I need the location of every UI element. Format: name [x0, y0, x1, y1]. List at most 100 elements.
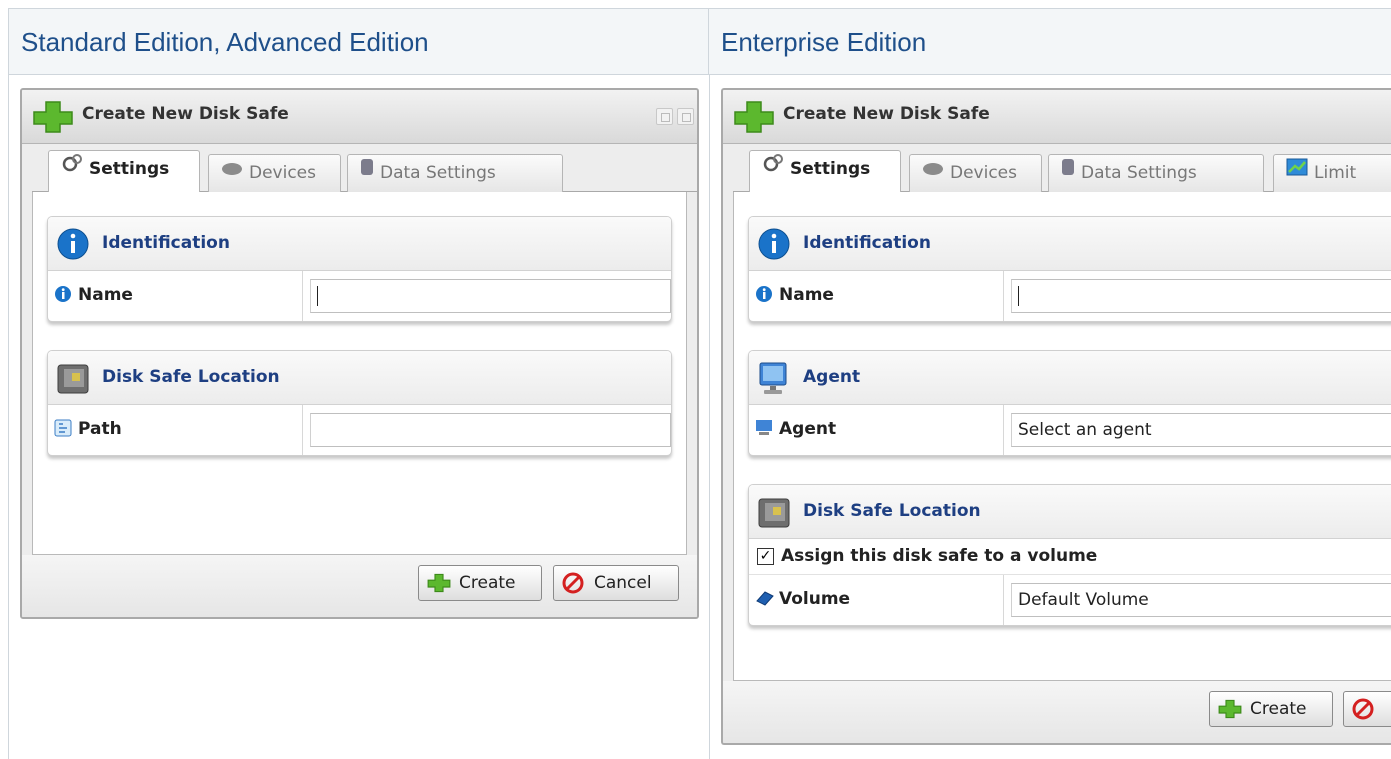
tab-data-settings[interactable]: Data Settings [1048, 154, 1264, 192]
tab-devices[interactable]: Devices [208, 154, 341, 192]
dialog-footer: Create Cancel [22, 555, 697, 617]
row-separator [1003, 575, 1004, 625]
dialog-footer: Create [723, 681, 1391, 743]
tab-label: Data Settings [380, 163, 496, 183]
section-header: Disk Safe Location [749, 485, 1391, 539]
dialog-title: Create New Disk Safe [783, 104, 990, 124]
section-header: Identification [749, 217, 1391, 271]
row-separator [302, 405, 303, 455]
info-small-icon [755, 285, 773, 307]
volume-select-value: Default Volume [1018, 590, 1149, 610]
tab-label: Data Settings [1081, 163, 1197, 183]
green-plus-icon [733, 100, 775, 138]
name-row: Name [48, 271, 671, 321]
name-label: Name [779, 285, 834, 305]
tab-data-settings[interactable]: Data Settings [347, 154, 563, 192]
disk-device-icon [221, 154, 243, 190]
disk-device-icon [922, 154, 944, 190]
cancel-icon [1352, 698, 1374, 732]
create-button-label: Create [459, 573, 516, 593]
name-row: Name [749, 271, 1391, 321]
info-icon [56, 227, 90, 266]
disk-safe-location-section: Disk Safe Location ✓ Assign this disk sa… [748, 484, 1391, 626]
tab-label: Limit [1314, 163, 1357, 183]
agent-select-value: Select an agent [1018, 420, 1152, 440]
green-plus-icon [1218, 698, 1242, 732]
tab-strip: Settings Devices Data Settings [32, 148, 697, 193]
section-header: Disk Safe Location [48, 351, 671, 405]
cancel-icon [562, 572, 584, 606]
section-title: Identification [102, 233, 230, 253]
section-title: Agent [803, 367, 861, 387]
name-label: Name [78, 285, 133, 305]
path-row: Path [48, 405, 671, 455]
section-title: Disk Safe Location [803, 501, 981, 521]
cancel-button-label: Cancel [594, 573, 652, 593]
gears-icon [762, 150, 784, 186]
text-caret [317, 286, 318, 306]
agent-section: Agent Agent Select an agent [748, 350, 1391, 456]
volume-select[interactable]: Default Volume [1011, 583, 1391, 617]
agent-label: Agent [779, 419, 837, 439]
dialog-content: Identification Name Disk Safe Location P… [32, 192, 687, 555]
dialog-titlebar[interactable]: Create New Disk Safe [22, 90, 697, 144]
column-heading-enterprise: Enterprise Edition [709, 9, 1391, 75]
row-separator [1003, 405, 1004, 455]
volume-row: Volume Default Volume [749, 575, 1391, 625]
chart-icon [1286, 154, 1308, 190]
tab-label: Settings [89, 159, 170, 179]
green-plus-icon [427, 572, 451, 606]
dialog-title: Create New Disk Safe [82, 104, 289, 124]
info-small-icon [54, 285, 72, 307]
monitor-small-icon [755, 419, 773, 441]
dialog-titlebar[interactable]: Create New Disk Safe [723, 90, 1391, 144]
tab-label: Devices [249, 163, 316, 183]
name-input[interactable] [310, 279, 671, 313]
path-label: Path [78, 419, 122, 439]
identification-section: Identification Name [47, 216, 672, 322]
section-title: Disk Safe Location [102, 367, 280, 387]
volume-icon [755, 589, 775, 611]
assign-volume-label: Assign this disk safe to a volume [781, 546, 1098, 566]
database-icon [360, 154, 374, 190]
section-header: Identification [48, 217, 671, 271]
row-separator [1003, 271, 1004, 321]
info-icon [757, 227, 791, 266]
text-caret [1018, 286, 1019, 306]
folder-tree-icon [54, 419, 72, 441]
minimize-icon[interactable] [656, 108, 673, 125]
disk-safe-location-section: Disk Safe Location Path [47, 350, 672, 456]
column-heading-standard: Standard Edition, Advanced Edition [9, 9, 709, 75]
database-icon [1061, 154, 1075, 190]
cancel-button[interactable]: Cancel [553, 565, 679, 601]
identification-section: Identification Name [748, 216, 1391, 322]
tab-settings[interactable]: Settings [749, 150, 901, 193]
safe-icon [757, 495, 793, 536]
path-input[interactable] [310, 413, 671, 447]
section-header: Agent [749, 351, 1391, 405]
column-divider [709, 75, 710, 759]
safe-icon [56, 361, 92, 402]
section-title: Identification [803, 233, 931, 253]
dialog-content: Identification Name Agent Agent Select a… [733, 192, 1391, 681]
tab-strip: Settings Devices Data Settings Limit [733, 148, 1391, 193]
create-button[interactable]: Create [418, 565, 542, 601]
cancel-button[interactable] [1343, 691, 1391, 727]
agent-select[interactable]: Select an agent [1011, 413, 1391, 447]
create-disk-safe-dialog-standard: Create New Disk Safe Settings Devices Da… [20, 88, 699, 619]
tab-label: Settings [790, 159, 871, 179]
create-button[interactable]: Create [1209, 691, 1333, 727]
tab-label: Devices [950, 163, 1017, 183]
assign-volume-checkbox[interactable]: ✓ [757, 548, 774, 565]
volume-label: Volume [779, 589, 851, 609]
name-input[interactable] [1011, 279, 1391, 313]
row-separator [302, 271, 303, 321]
create-button-label: Create [1250, 699, 1307, 719]
close-icon[interactable] [677, 108, 694, 125]
create-disk-safe-dialog-enterprise: Create New Disk Safe Settings Devices Da… [721, 88, 1391, 745]
tab-limits[interactable]: Limit [1273, 154, 1391, 192]
tab-settings[interactable]: Settings [48, 150, 200, 193]
green-plus-icon [32, 100, 74, 138]
tab-devices[interactable]: Devices [909, 154, 1042, 192]
assign-volume-row: ✓ Assign this disk safe to a volume [749, 539, 1391, 575]
